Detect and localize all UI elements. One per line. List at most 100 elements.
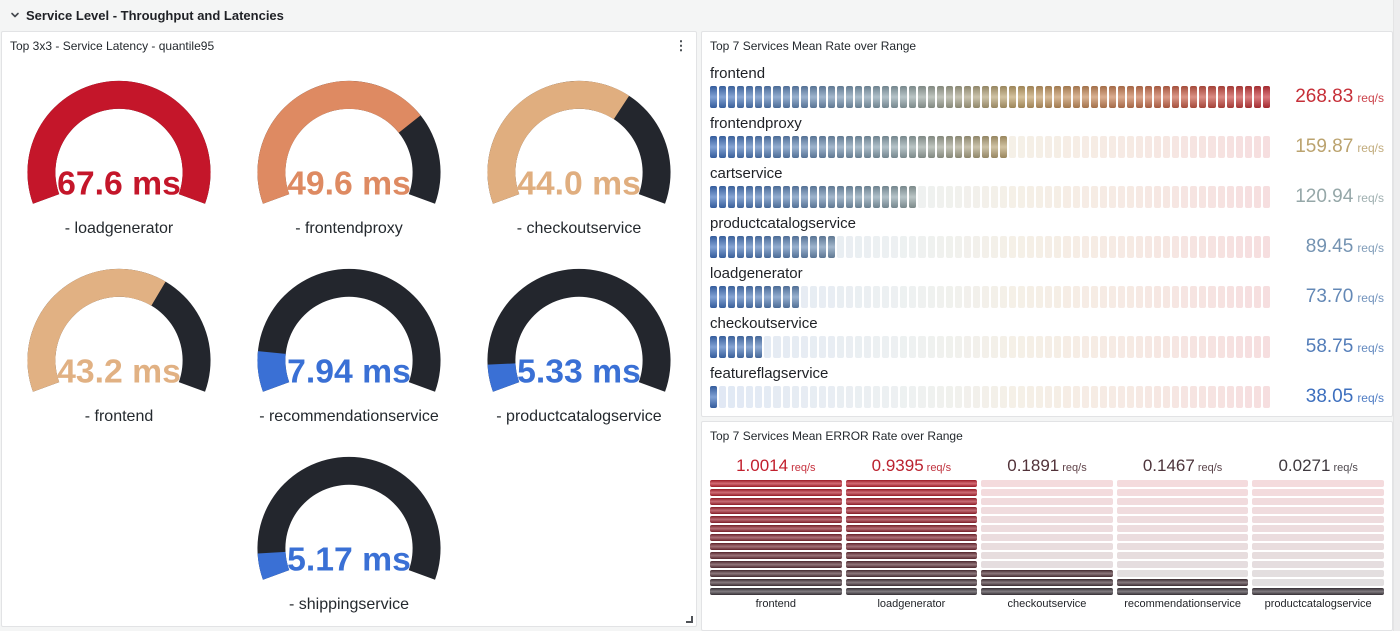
lcd-cell [1163,286,1170,308]
lcd-cell [710,498,842,505]
lcd-cell [873,336,880,358]
lcd-cell [710,543,842,550]
lcd-cell [981,543,1113,550]
lcd-cell [918,186,925,208]
lcd-cell [928,386,935,408]
lcd-cell [1172,186,1179,208]
error-bar-gauge [846,480,978,595]
lcd-cell [1252,570,1384,577]
gauge: 67.6 ms - loadgenerator [4,60,234,248]
lcd-cell [792,286,799,308]
rate-bar-gauge [710,86,1270,108]
gauge-label: - loadgenerator [65,220,174,238]
lcd-cell [719,86,726,108]
lcd-cell [937,186,944,208]
lcd-cell [1009,386,1016,408]
panel-menu-kebab-icon[interactable]: ⋮ [672,37,690,55]
lcd-cell [1100,186,1107,208]
lcd-cell [1227,186,1234,208]
lcd-cell [1127,336,1134,358]
rate-bar-line: 159.87req/s [710,136,1384,158]
lcd-cell [981,498,1113,505]
lcd-cell [946,136,953,158]
lcd-cell [746,186,753,208]
lcd-cell [1236,286,1243,308]
lcd-cell [909,286,916,308]
latency-panel-title[interactable]: Top 3x3 - Service Latency - quantile95 [10,39,214,53]
gauge: 5.33 ms- productcatalogservice [464,248,694,436]
error-value-unit: req/s [927,462,951,474]
lcd-cell [928,136,935,158]
error-service-name: checkoutservice [981,595,1113,610]
chevron-down-icon[interactable] [10,10,20,20]
lcd-cell [1100,386,1107,408]
lcd-cell [1154,336,1161,358]
lcd-cell [1252,516,1384,523]
dashboard-row-header[interactable]: Service Level - Throughput and Latencies [0,0,1400,30]
lcd-cell [855,86,862,108]
lcd-cell [982,86,989,108]
lcd-cell [1118,186,1125,208]
lcd-cell [981,516,1113,523]
lcd-cell [1263,286,1270,308]
gauge-label: - productcatalogservice [496,408,661,426]
lcd-cell [1027,336,1034,358]
lcd-cell [1118,386,1125,408]
lcd-cell [783,136,790,158]
error-service-name: frontend [710,595,842,610]
panel-resize-handle[interactable] [686,616,693,623]
lcd-cell [1036,136,1043,158]
lcd-cell [1163,236,1170,258]
rate-panel-title[interactable]: Top 7 Services Mean Rate over Range [710,39,916,53]
lcd-cell [1117,489,1249,496]
gauge-arc: 67.6 ms [13,71,225,216]
error-value: 0.9395req/s [846,456,978,480]
lcd-cell [982,286,989,308]
lcd-cell [855,336,862,358]
lcd-cell [773,336,780,358]
lcd-cell [1227,386,1234,408]
lcd-cell [982,136,989,158]
dashboard-row-title[interactable]: Service Level - Throughput and Latencies [26,8,284,23]
lcd-cell [828,386,835,408]
lcd-cell [1236,236,1243,258]
lcd-cell [955,186,962,208]
rate-value-number: 58.75 [1306,336,1354,358]
lcd-cell [773,386,780,408]
lcd-cell [1073,86,1080,108]
lcd-cell [737,136,744,158]
lcd-cell [1082,286,1089,308]
lcd-cell [792,136,799,158]
lcd-cell [1091,186,1098,208]
lcd-cell [846,86,853,108]
page-scrollbar-track[interactable] [1393,0,1400,631]
lcd-cell [1252,525,1384,532]
lcd-cell [1263,136,1270,158]
lcd-cell [846,386,853,408]
lcd-cell [1190,136,1197,158]
rate-value-number: 38.05 [1306,386,1354,408]
error-value-number: 0.0271 [1278,456,1330,475]
lcd-cell [873,86,880,108]
lcd-cell [1145,86,1152,108]
lcd-cell [1245,336,1252,358]
lcd-cell [1252,543,1384,550]
lcd-cell [873,236,880,258]
lcd-cell [1045,386,1052,408]
lcd-cell [1009,136,1016,158]
lcd-cell [981,489,1113,496]
lcd-cell [928,286,935,308]
lcd-cell [909,336,916,358]
lcd-cell [981,588,1113,595]
lcd-cell [828,236,835,258]
lcd-cell [737,236,744,258]
lcd-cell [710,516,842,523]
lcd-cell [909,186,916,208]
lcd-cell [810,336,817,358]
lcd-cell [991,336,998,358]
error-panel-title[interactable]: Top 7 Services Mean ERROR Rate over Rang… [710,429,963,443]
error-column-row [710,480,1384,595]
lcd-cell [1145,386,1152,408]
lcd-cell [1000,136,1007,158]
lcd-cell [764,136,771,158]
